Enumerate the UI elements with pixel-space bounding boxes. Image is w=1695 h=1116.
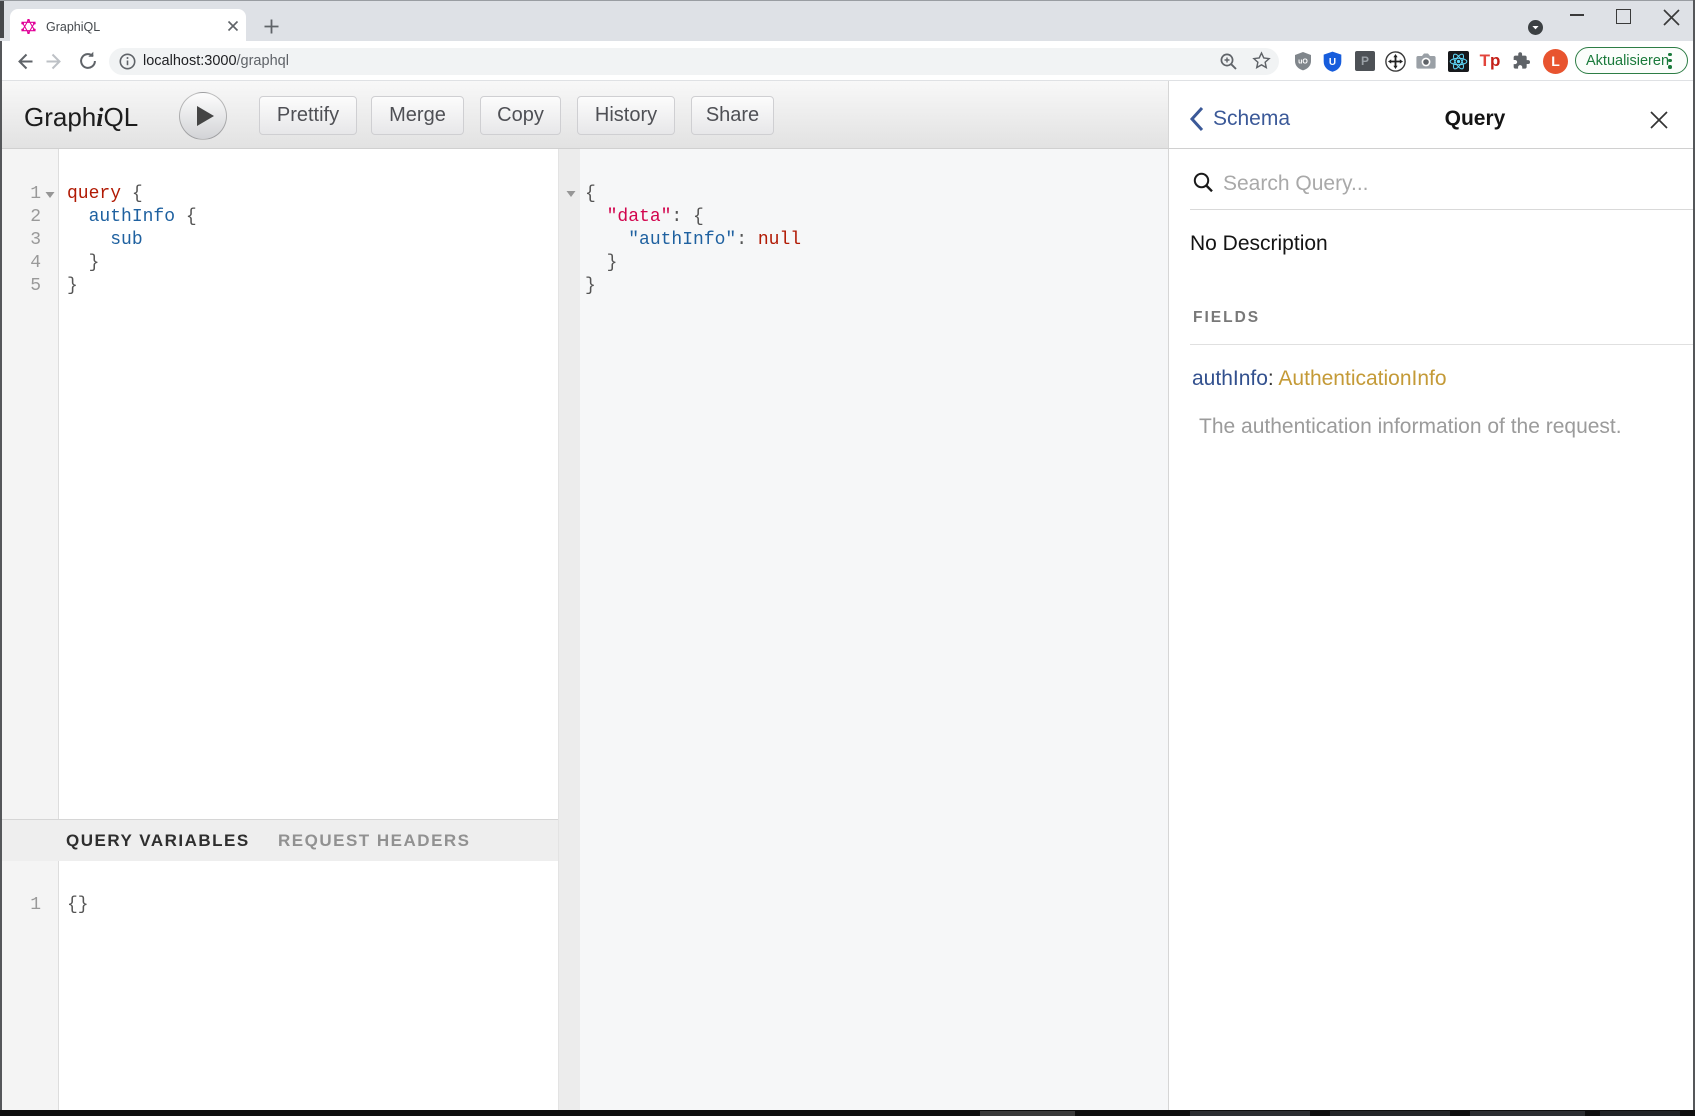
svg-text:U: U — [1329, 57, 1336, 68]
svg-text:uO: uO — [1298, 59, 1308, 66]
